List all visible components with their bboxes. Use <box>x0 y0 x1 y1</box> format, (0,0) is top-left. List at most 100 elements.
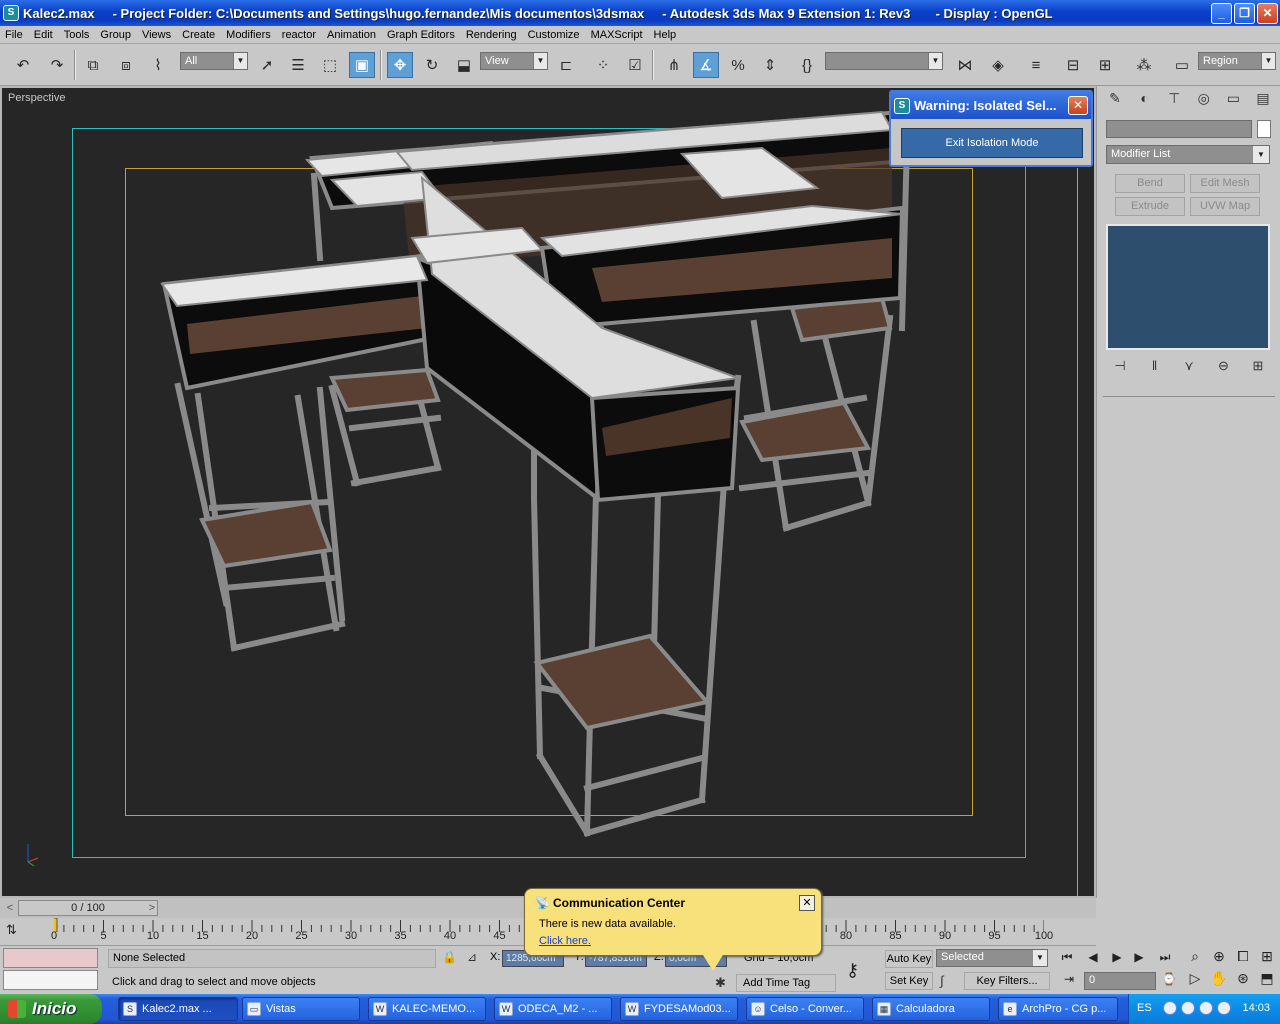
key-mode-toggle-icon[interactable]: ⇥ <box>1058 972 1080 986</box>
time-slider-next-button[interactable]: > <box>149 901 155 915</box>
3dsmax-logo-icon[interactable]: S <box>3 5 19 21</box>
show-end-result-icon[interactable]: ‖ <box>1144 358 1166 374</box>
menu-modifiers[interactable]: Modifiers <box>221 29 277 41</box>
make-unique-icon[interactable]: ⋎ <box>1178 358 1200 374</box>
mirror-icon[interactable]: ⋈ <box>952 52 978 78</box>
menu-file[interactable]: File <box>0 29 29 41</box>
go-to-start-icon[interactable]: ⏮ <box>1056 950 1078 965</box>
edit-mesh-button[interactable]: Edit Mesh <box>1190 174 1260 193</box>
material-editor-icon[interactable]: ⁂ <box>1131 52 1157 78</box>
render-setup-icon[interactable]: ▭ <box>1169 52 1195 78</box>
maximize-button[interactable]: ❐ <box>1234 3 1255 24</box>
display-tab-icon[interactable]: ▭ <box>1221 90 1245 112</box>
create-tab-icon[interactable]: ✎ <box>1103 90 1127 112</box>
rectangular-selection-icon[interactable]: ⬚ <box>317 52 343 78</box>
schematic-view-icon[interactable]: ⊞ <box>1092 52 1118 78</box>
selection-filter-dropdown[interactable]: All ▼ <box>180 52 248 70</box>
menu-maxscript[interactable]: MAXScript <box>586 29 649 41</box>
menu-rendering[interactable]: Rendering <box>461 29 523 41</box>
network-icon[interactable] <box>1181 1001 1195 1015</box>
default-tangents-icon[interactable]: ∫ <box>940 973 944 988</box>
field-of-view-icon[interactable]: ▷ <box>1184 970 1206 987</box>
previous-frame-icon[interactable]: ◀ <box>1082 950 1104 964</box>
bind-space-warp-icon[interactable]: ⌇ <box>145 52 171 78</box>
close-icon[interactable]: ✕ <box>799 895 815 911</box>
language-indicator[interactable]: ES <box>1137 1002 1152 1014</box>
taskbar-item-vistas[interactable]: ▭ Vistas <box>242 997 360 1021</box>
modifier-list-dropdown[interactable]: Modifier List ▼ <box>1106 145 1270 164</box>
menu-help[interactable]: Help <box>649 29 683 41</box>
select-manipulate-icon[interactable]: ⁘ <box>590 52 616 78</box>
edit-named-selections-icon[interactable]: {} <box>794 52 820 78</box>
maxscript-listener-mini[interactable] <box>3 948 98 968</box>
close-icon[interactable]: ✕ <box>1068 96 1088 115</box>
select-by-name-icon[interactable]: ☰ <box>285 52 311 78</box>
pivot-center-icon[interactable]: ⊏ <box>553 52 579 78</box>
select-and-move-icon[interactable]: ✥ <box>387 52 413 78</box>
percent-snap-icon[interactable]: % <box>725 52 751 78</box>
hierarchy-tab-icon[interactable]: ⊤ <box>1162 90 1186 112</box>
undo-icon[interactable]: ↶ <box>10 52 36 78</box>
taskbar-item-odeca[interactable]: W ODECA_M2 - ... <box>494 997 612 1021</box>
start-button[interactable]: Inicio <box>0 994 102 1024</box>
modify-tab-icon[interactable]: ◐ <box>1133 90 1157 112</box>
current-frame-field[interactable]: 0 <box>1084 972 1156 990</box>
time-tag-icon[interactable]: ✱ <box>715 975 726 991</box>
utilities-tab-icon[interactable]: ▤ <box>1251 90 1275 112</box>
taskbar-item-kalec-memo[interactable]: W KALEC-MEMO... <box>368 997 486 1021</box>
modifier-stack-list[interactable] <box>1106 224 1270 350</box>
maximize-viewport-icon[interactable]: ⬒ <box>1256 970 1278 987</box>
select-and-scale-icon[interactable]: ⬓ <box>451 52 477 78</box>
configure-modifier-sets-icon[interactable]: ⊞ <box>1247 358 1269 374</box>
lock-selection-icon[interactable]: 🔒 <box>442 950 457 964</box>
3d-scene-model[interactable] <box>2 88 1094 896</box>
set-key-button[interactable]: Set Key <box>885 972 933 990</box>
pin-stack-icon[interactable]: ⊣ <box>1109 358 1131 374</box>
extrude-button[interactable]: Extrude <box>1115 197 1185 216</box>
key-filters-button[interactable]: Key Filters... <box>964 972 1050 990</box>
named-selection-dropdown[interactable]: ▼ <box>825 52 943 70</box>
absolute-mode-transform-icon[interactable]: ⊿ <box>467 950 477 964</box>
object-color-swatch[interactable] <box>1257 120 1271 138</box>
menu-views[interactable]: Views <box>137 29 177 41</box>
perspective-viewport[interactable]: Perspective <box>0 86 1096 898</box>
tray-expand-icon[interactable] <box>1163 1001 1177 1015</box>
menu-group[interactable]: Group <box>95 29 137 41</box>
uvw-map-button[interactable]: UVW Map <box>1190 197 1260 216</box>
spinner-snap-icon[interactable]: ⇕ <box>757 52 783 78</box>
taskbar-item-celso[interactable]: ☺ Celso - Conver... <box>746 997 864 1021</box>
key-mode-dropdown[interactable]: Selected ▼ <box>936 949 1048 967</box>
play-icon[interactable]: ▶ <box>1106 950 1128 964</box>
communication-center-link[interactable]: Click here. <box>539 935 591 947</box>
zoom-all-icon[interactable]: ⊕ <box>1208 948 1230 965</box>
menu-reactor[interactable]: reactor <box>277 29 322 41</box>
arc-rotate-icon[interactable]: ⊛ <box>1232 970 1254 987</box>
snaps-toggle-icon[interactable]: ⋔ <box>661 52 687 78</box>
close-button[interactable]: ✕ <box>1257 3 1278 24</box>
object-name-field[interactable] <box>1106 120 1252 138</box>
messenger-tray-icon[interactable] <box>1199 1001 1213 1015</box>
taskbar-item-kalec2[interactable]: S Kalec2.max ... <box>118 997 238 1021</box>
taskbar-item-fydesa[interactable]: W FYDESAMod03... <box>620 997 738 1021</box>
render-region-dropdown[interactable]: Region ▼ <box>1198 52 1276 70</box>
go-to-end-icon[interactable]: ⏭ <box>1154 950 1176 965</box>
minimize-button[interactable]: _ <box>1211 3 1232 24</box>
menu-customize[interactable]: Customize <box>523 29 586 41</box>
zoom-extents-icon[interactable]: ⧠ <box>1232 948 1254 965</box>
keyboard-shortcut-override-icon[interactable]: ☑ <box>622 52 648 78</box>
link-icon[interactable]: ⧉ <box>80 52 106 78</box>
bend-button[interactable]: Bend <box>1115 174 1185 193</box>
warning-title-bar[interactable]: S Warning: Isolated Sel... <box>891 92 1091 119</box>
zoom-extents-all-icon[interactable]: ⊞ <box>1256 948 1278 965</box>
angle-snap-icon[interactable]: ∡ <box>693 52 719 78</box>
time-slider[interactable]: < 0 / 100 > <box>7 900 158 916</box>
unlink-icon[interactable]: ⧈ <box>113 52 139 78</box>
select-and-rotate-icon[interactable]: ↻ <box>419 52 445 78</box>
set-keys-icon[interactable]: ⚷ <box>846 960 859 981</box>
layer-manager-icon[interactable]: ≡ <box>1023 52 1049 78</box>
menu-graph-editors[interactable]: Graph Editors <box>382 29 461 41</box>
curve-editor-icon[interactable]: ⊟ <box>1060 52 1086 78</box>
next-frame-icon[interactable]: ▶ <box>1128 950 1150 964</box>
zoom-icon[interactable]: ⌕ <box>1184 948 1206 965</box>
security-tray-icon[interactable] <box>1217 1001 1231 1015</box>
